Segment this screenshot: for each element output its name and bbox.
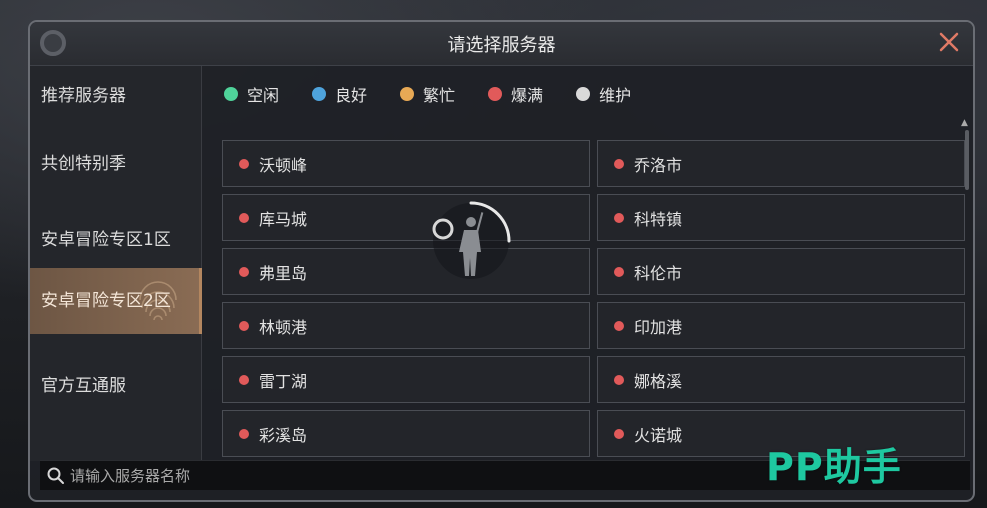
sidebar-item-label: 共创特别季: [41, 153, 126, 174]
server-card[interactable]: 科伦市: [597, 248, 965, 295]
sidebar-item-label: 安卓冒险专区2区: [41, 290, 171, 311]
sidebar-item-android-zone-1[interactable]: 安卓冒险专区1区: [30, 210, 202, 270]
status-dot-icon: [224, 87, 238, 101]
sidebar-item-co-creation-season[interactable]: 共创特别季: [30, 144, 202, 184]
dialog-titlebar: 请选择服务器: [30, 22, 973, 66]
server-card[interactable]: 弗里岛: [222, 248, 590, 295]
server-name: 娜格溪: [634, 371, 683, 391]
scroll-up-icon[interactable]: ▲: [961, 118, 971, 128]
legend-label: 良好: [335, 86, 368, 105]
legend-label: 空闲: [247, 86, 280, 105]
server-list: 沃顿峰 乔洛市 库马城 科特镇 弗里岛 科伦市 林顿港 印加港 雷丁湖 娜格溪 …: [222, 140, 968, 460]
legend-item-good: 良好: [312, 82, 367, 106]
server-name: 沃顿峰: [259, 155, 308, 175]
server-name: 库马城: [259, 209, 308, 229]
status-dot-icon: [614, 158, 624, 169]
legend-label: 爆满: [511, 86, 544, 105]
server-name: 林顿港: [259, 317, 308, 337]
legend-label: 繁忙: [423, 86, 456, 105]
status-dot-icon: [312, 87, 327, 101]
loading-spinner-icon: [432, 201, 511, 279]
server-category-sidebar: 推荐服务器 共创特别季 安卓冒险专区1区 安卓冒险专区2区 官方互通服: [30, 66, 202, 461]
status-dot-icon: [488, 87, 503, 101]
server-name: 彩溪岛: [259, 425, 308, 445]
server-search-input[interactable]: [70, 466, 670, 485]
status-dot-icon: [400, 87, 415, 101]
server-card[interactable]: 乔洛市: [597, 140, 965, 187]
search-icon: [47, 467, 64, 484]
server-name: 印加港: [634, 317, 683, 337]
status-dot-icon: [614, 320, 624, 331]
dialog-title: 请选择服务器: [447, 35, 556, 56]
legend-label: 维护: [599, 86, 632, 105]
server-status-legend: 空闲 良好 繁忙 爆满 维护: [224, 82, 664, 106]
scrollbar[interactable]: [965, 130, 969, 190]
status-dot-icon: [614, 266, 624, 277]
server-card[interactable]: 印加港: [597, 302, 965, 349]
status-dot-icon: [614, 374, 624, 385]
sidebar-item-label: 官方互通服: [41, 375, 126, 396]
status-dot-icon: [239, 212, 249, 223]
status-dot-icon: [614, 212, 624, 223]
server-name: 弗里岛: [259, 263, 308, 283]
legend-item-idle: 空闲: [224, 82, 279, 106]
pp-assistant-watermark-logo: PP助手: [766, 445, 902, 489]
status-dot-icon: [239, 266, 249, 277]
legend-item-busy: 繁忙: [400, 82, 455, 106]
sidebar-item-official-cross-server[interactable]: 官方互通服: [30, 366, 202, 406]
server-card[interactable]: 库马城: [222, 194, 590, 241]
status-dot-icon: [239, 374, 249, 385]
status-dot-icon: [239, 428, 249, 439]
sidebar-item-android-zone-2[interactable]: 安卓冒险专区2区: [30, 268, 202, 334]
sidebar-item-label: 安卓冒险专区1区: [41, 229, 171, 250]
server-card[interactable]: 彩溪岛: [222, 410, 590, 457]
server-name: 雷丁湖: [259, 371, 308, 391]
status-dot-icon: [614, 428, 624, 439]
server-name: 科特镇: [634, 209, 683, 229]
legend-item-maintenance: 维护: [576, 82, 631, 106]
sidebar-item-recommended[interactable]: 推荐服务器: [30, 76, 202, 116]
server-card[interactable]: 娜格溪: [597, 356, 965, 403]
close-button[interactable]: [935, 28, 963, 56]
server-name: 乔洛市: [634, 155, 683, 175]
status-dot-icon: [239, 320, 249, 331]
legend-item-full: 爆满: [488, 82, 543, 106]
server-card[interactable]: 科特镇: [597, 194, 965, 241]
status-dot-icon: [239, 158, 249, 169]
server-card[interactable]: 雷丁湖: [222, 356, 590, 403]
server-card[interactable]: 林顿港: [222, 302, 590, 349]
status-dot-icon: [576, 87, 591, 101]
server-card[interactable]: 沃顿峰: [222, 140, 590, 187]
server-name: 科伦市: [634, 263, 683, 283]
close-icon: [939, 32, 959, 52]
sidebar-item-label: 推荐服务器: [41, 85, 126, 106]
server-name: 火诺城: [634, 425, 683, 445]
